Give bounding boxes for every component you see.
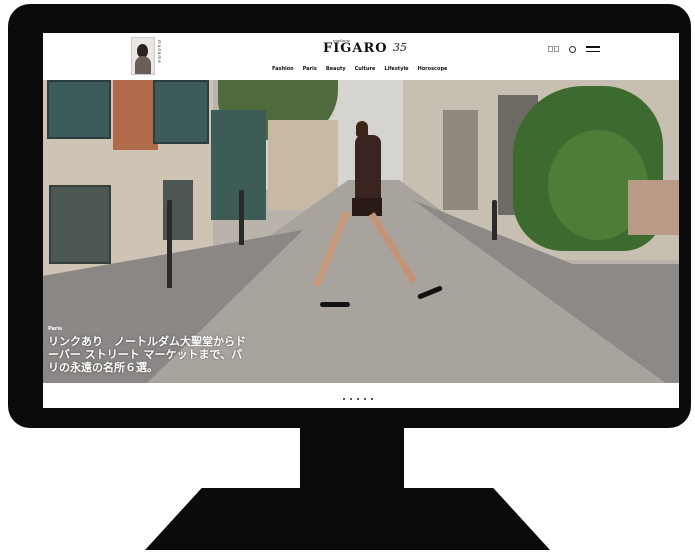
bollard bbox=[239, 190, 244, 245]
monitor-stand-base bbox=[145, 488, 550, 550]
carousel-dot[interactable] bbox=[364, 398, 366, 400]
stone-pile bbox=[628, 180, 679, 235]
menu-icon[interactable] bbox=[586, 46, 600, 52]
magazine-cover-thumbnail[interactable] bbox=[131, 37, 155, 75]
person-shorts bbox=[352, 198, 382, 216]
main-nav: Fashion Paris Beauty Culture Lifestyle H… bbox=[272, 66, 447, 72]
monitor: madame madame FIGARO 35 Fashion Paris Be… bbox=[8, 4, 691, 428]
site-header: madame madame FIGARO 35 Fashion Paris Be… bbox=[43, 33, 679, 79]
nav-item-beauty[interactable]: Beauty bbox=[326, 66, 346, 72]
site-logo[interactable]: FIGARO bbox=[323, 41, 388, 56]
screen: madame madame FIGARO 35 Fashion Paris Be… bbox=[43, 33, 679, 408]
nav-item-fashion[interactable]: Fashion bbox=[272, 66, 294, 72]
person-top bbox=[355, 135, 381, 205]
carousel-dot[interactable] bbox=[350, 398, 352, 400]
carousel-dots bbox=[343, 398, 373, 400]
grid-icon[interactable] bbox=[548, 46, 559, 52]
search-icon[interactable] bbox=[569, 45, 576, 53]
cover-tag: madame bbox=[157, 40, 162, 64]
nav-item-horoscope[interactable]: Horoscope bbox=[418, 66, 448, 72]
cover-body bbox=[135, 56, 151, 74]
building-left bbox=[43, 80, 213, 280]
hero-image[interactable]: Paris リンクあり ノートルダム大聖堂からドーバー ストリート マーケットま… bbox=[43, 80, 679, 383]
bollard bbox=[167, 200, 172, 288]
hero-title[interactable]: リンクあり ノートルダム大聖堂からドーバー ストリート マーケットまで、パリの永… bbox=[48, 335, 248, 374]
carousel-dot[interactable] bbox=[343, 398, 345, 400]
bollard bbox=[492, 200, 497, 240]
nav-item-culture[interactable]: Culture bbox=[355, 66, 376, 72]
header-icons bbox=[548, 44, 600, 54]
monitor-stand-neck bbox=[300, 426, 404, 490]
anniversary-mark: 35 bbox=[393, 41, 407, 54]
carousel-dot[interactable] bbox=[357, 398, 359, 400]
hero-category-tag[interactable]: Paris bbox=[48, 326, 248, 332]
nav-item-lifestyle[interactable]: Lifestyle bbox=[384, 66, 408, 72]
hero-caption[interactable]: Paris リンクあり ノートルダム大聖堂からドーバー ストリート マーケットま… bbox=[48, 326, 248, 374]
carousel-dot[interactable] bbox=[371, 398, 373, 400]
person-shoe bbox=[320, 302, 350, 307]
nav-item-paris[interactable]: Paris bbox=[303, 66, 317, 72]
